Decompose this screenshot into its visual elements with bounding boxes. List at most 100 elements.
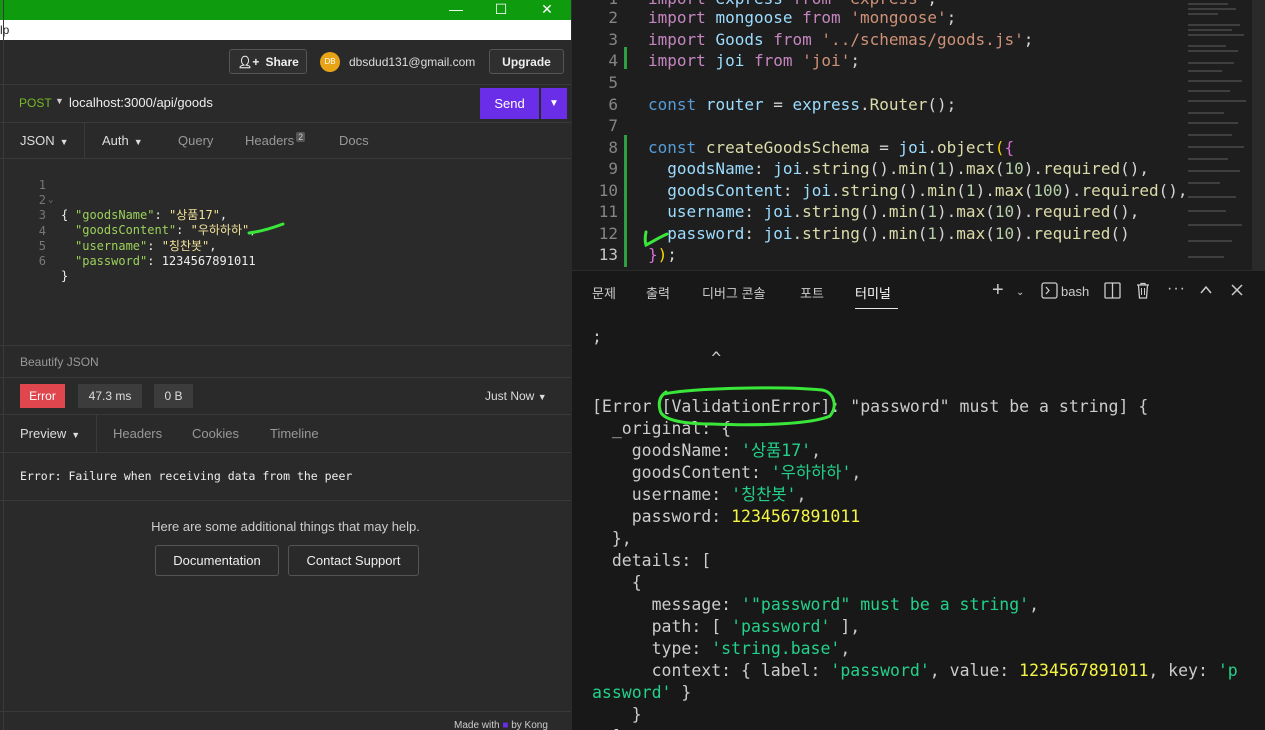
tab-problems[interactable]: 문제 [592, 283, 616, 302]
tab-resp-headers[interactable]: Headers [113, 415, 162, 453]
editor-line: 6 } [0, 239, 68, 283]
minimap-line [1188, 122, 1238, 124]
history-dropdown[interactable]: Just Now ▼ [485, 389, 547, 403]
history-label: Just Now [485, 389, 535, 403]
line-number: 4 [608, 51, 618, 70]
user-email[interactable]: dbsdud131@gmail.com [349, 55, 475, 69]
help-text: Here are some additional things that may… [151, 519, 420, 534]
code-text: "goodsContent": "우하하하", [75, 223, 257, 237]
tab-query[interactable]: Query [178, 123, 213, 159]
minimize-icon[interactable]: — [433, 0, 479, 20]
caret-down-icon: ▼ [133, 137, 143, 147]
code-line: 2 import mongoose from 'mongoose'; [572, 7, 1265, 29]
minimap-line [1188, 13, 1218, 15]
code-editor[interactable]: 1import express from 'express'; 2import … [572, 0, 1265, 270]
code-text: username: joi.string().min(1).max(10).re… [667, 202, 1140, 221]
split-icon[interactable] [1104, 282, 1121, 304]
tab-headers[interactable]: Headers 2 [245, 123, 306, 159]
minimap-line [1188, 24, 1240, 26]
menu-bar: lp [0, 20, 571, 40]
bottom-panel: 문제 출력 디버그 콘솔 포트 터미널 + ⌄ bash ··· ; ^ [Er… [572, 270, 1265, 730]
more-icon[interactable]: ··· [1167, 280, 1186, 298]
url-input[interactable]: localhost:3000/api/goods [69, 95, 213, 110]
chevron-up-icon[interactable] [1198, 282, 1214, 303]
terminal-line: ^ [592, 349, 722, 368]
avatar[interactable]: DB [320, 52, 340, 72]
json-value: 1234567891011 [161, 254, 256, 268]
minimap-line [1188, 256, 1224, 258]
trash-icon[interactable] [1135, 282, 1151, 304]
terminal-line: ; [592, 327, 602, 346]
minimap-line [1188, 210, 1226, 212]
tab-ports[interactable]: 포트 [800, 283, 824, 302]
code-text: "goodsName": "상품17", [75, 208, 228, 222]
json-value: "칭찬봇" [161, 239, 210, 253]
tab-auth[interactable]: Auth ▼ [102, 123, 143, 159]
title-bar: — ☐ ✕ [0, 0, 571, 20]
code-text: "password": 1234567891011 [75, 254, 256, 268]
terminal-string-value: 'password' [830, 661, 930, 680]
response-error-text: Error: Failure when receiving data from … [20, 469, 353, 483]
editor-scrollbar[interactable] [1252, 0, 1265, 270]
beautify-json-button[interactable]: Beautify JSON [0, 345, 571, 378]
by-kong-label: by Kong [511, 720, 548, 730]
response-tabs: Preview ▼ Headers Cookies Timeline [0, 415, 571, 453]
json-value: "우하하하" [190, 223, 250, 237]
code-line: 3 import Goods from '../schemas/goods.js'… [572, 29, 1265, 51]
code-text: import mongoose from 'mongoose'; [648, 8, 957, 27]
line-number: 5 [608, 73, 618, 92]
tab-docs[interactable]: Docs [339, 123, 369, 159]
code-text: const router = express.Router(); [648, 95, 957, 114]
terminal-icon[interactable] [1041, 282, 1058, 304]
code-line: 5 [572, 72, 1265, 94]
close-icon[interactable]: ✕ [524, 0, 570, 20]
minimap-line [1188, 70, 1222, 72]
terminal-string-value: assword' [592, 683, 672, 702]
code-line: 10 goodsContent: joi.string().min(1).max… [572, 180, 1265, 202]
fold-caret-icon[interactable]: ⌄ [48, 193, 53, 208]
share-label: Share [265, 54, 299, 69]
line-number: 6 [608, 95, 618, 114]
maximize-icon[interactable]: ☐ [478, 0, 524, 20]
top-bar: 👤︎+ Share DB dbsdud131@gmail.com Upgrade [0, 40, 571, 85]
documentation-button[interactable]: Documentation [155, 545, 279, 576]
tab-timeline[interactable]: Timeline [270, 415, 319, 453]
tab-preview[interactable]: Preview ▼ [20, 415, 80, 453]
json-comma: , [249, 223, 257, 237]
code-text: const createGoodsSchema = joi.object({ [648, 138, 1015, 157]
editor-line: 4 "username": "칭찬봇", [0, 209, 217, 253]
line-number: 11 [598, 202, 618, 221]
tab-label: Headers [245, 133, 295, 148]
json-comma: , [219, 208, 228, 222]
terminal-line: password: 1234567891011 [592, 507, 861, 526]
tab-json[interactable]: JSON ▼ [20, 123, 69, 159]
request-body-editor[interactable]: 1 ⌄ { 2 "goodsName": "상품17", 3 "goodsCon… [0, 159, 571, 345]
terminal-shell-label[interactable]: bash [1061, 284, 1089, 299]
headers-count-badge: 2 [296, 132, 306, 142]
send-options-caret-icon[interactable]: ▼ [541, 88, 567, 119]
contact-support-button[interactable]: Contact Support [288, 545, 419, 576]
tab-cookies[interactable]: Cookies [192, 415, 239, 453]
panel-close-icon[interactable] [1229, 282, 1245, 303]
tab-output[interactable]: 출력 [646, 283, 670, 302]
send-button[interactable]: Send [480, 88, 539, 119]
tab-debug-console[interactable]: 디버그 콘솔 [702, 283, 765, 302]
caret-down-icon[interactable]: ▼ [55, 96, 64, 106]
chevron-down-icon[interactable]: ⌄ [1016, 287, 1024, 298]
minimap-line [1188, 3, 1228, 5]
sidebar-edge [0, 0, 4, 730]
terminal-string-value: '"password" must be a string' [741, 595, 1030, 614]
tab-terminal[interactable]: 터미널 [855, 283, 891, 302]
minimap[interactable] [1184, 0, 1252, 270]
made-with-kong[interactable]: Made with ■ by Kong [454, 720, 548, 730]
terminal-line: goodsContent: '우하하하', [592, 463, 862, 482]
url-bar: POST ▼ localhost:3000/api/goods Send ▼ [0, 85, 571, 123]
terminal-line: goodsName: '상품17', [592, 441, 822, 460]
minimap-line [1188, 8, 1236, 10]
share-button[interactable]: 👤︎+ Share [229, 49, 307, 74]
method-select[interactable]: POST [19, 96, 52, 110]
plus-icon[interactable]: + [992, 279, 1004, 302]
editor-line: 2 "goodsName": "상품17", [0, 178, 227, 222]
upgrade-button[interactable]: Upgrade [489, 49, 564, 74]
minimap-line [1188, 62, 1234, 64]
